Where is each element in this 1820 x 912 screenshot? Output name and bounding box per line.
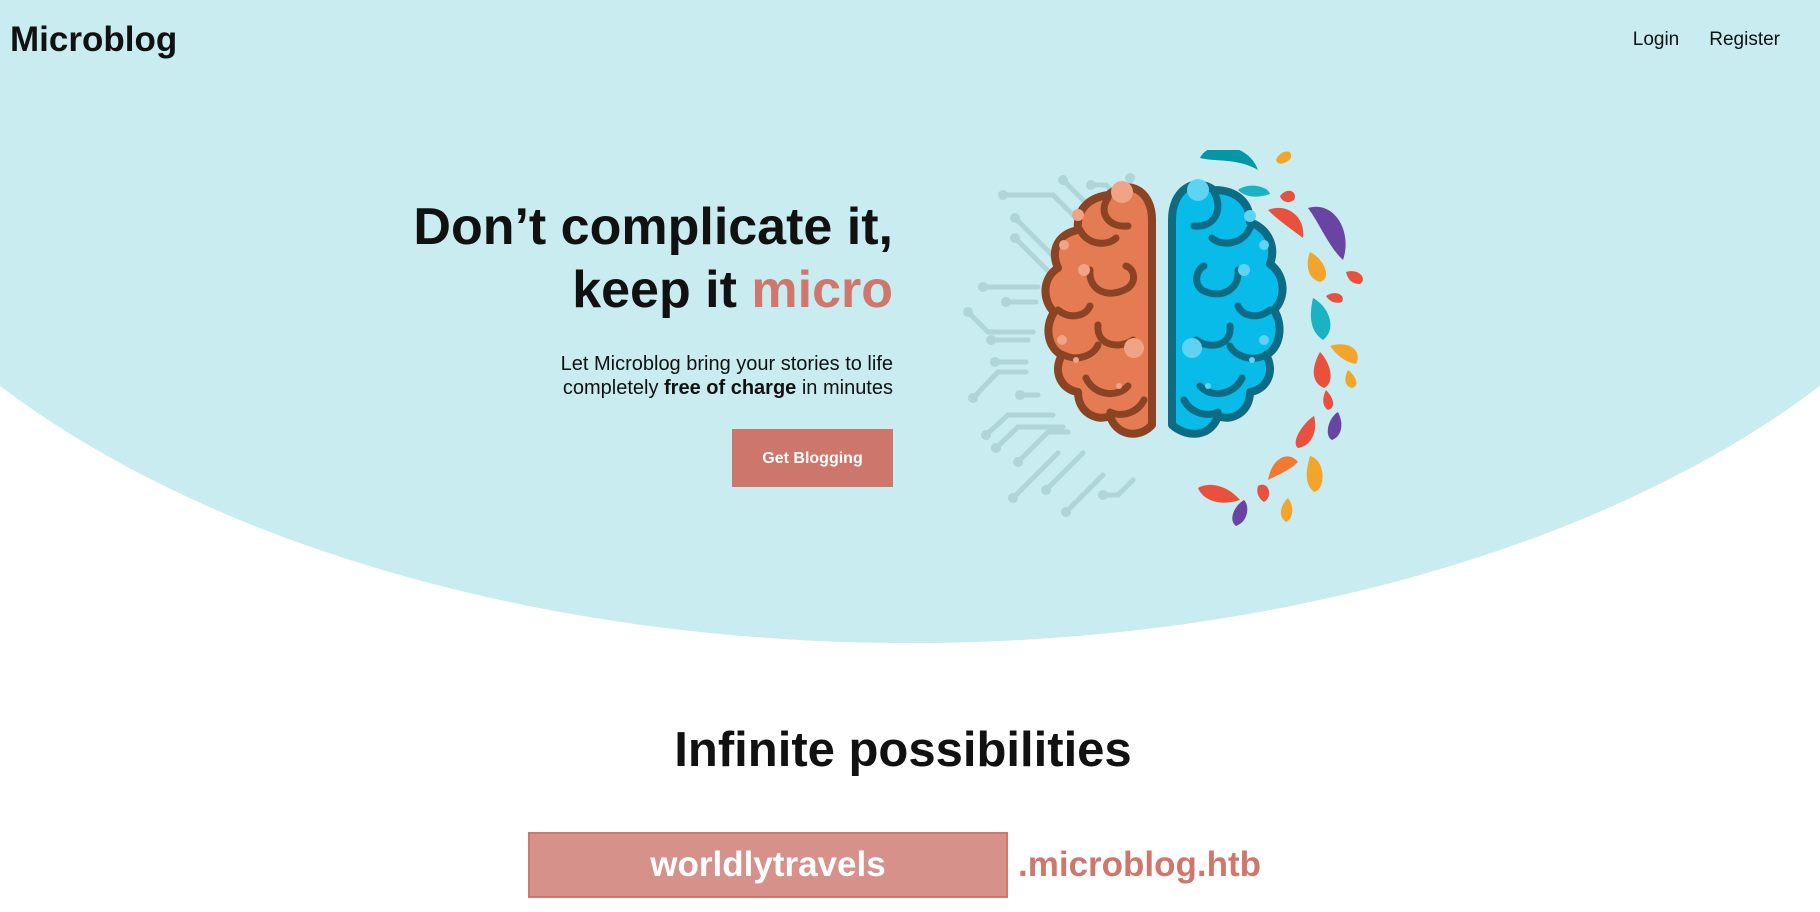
section-title: Infinite possibilities [674, 723, 1132, 777]
register-link[interactable]: Register [1709, 29, 1780, 51]
brain-icon [963, 150, 1363, 526]
subdomain-input[interactable] [528, 832, 1008, 898]
brand-logo[interactable]: Microblog [10, 20, 177, 60]
domain-suffix: .microblog.htb [1018, 845, 1262, 884]
get-blogging-button[interactable]: Get Blogging [732, 429, 893, 487]
hero-subline: Let Microblog bring your stories to life… [373, 352, 893, 400]
headline-line1: Don’t complicate it, [413, 198, 893, 256]
landing-page: Microblog Login Register Don’t complicat… [0, 0, 1820, 912]
hero-copy: Don’t complicate it, keep it micro Let M… [373, 196, 893, 487]
login-link[interactable]: Login [1633, 29, 1680, 51]
top-nav: Login Register [1633, 29, 1780, 51]
subdomain-row: .microblog.htb [528, 832, 1261, 898]
top-bar: Microblog Login Register [0, 0, 1820, 80]
subline-bold: free of charge [664, 377, 797, 399]
hero-background [0, 0, 1820, 643]
subline-line2-prefix: completely [562, 377, 665, 399]
subline-line1: Let Microblog bring your stories to life [560, 353, 893, 375]
subline-line2-suffix: in minutes [796, 377, 893, 399]
headline-accent: micro [751, 261, 893, 319]
headline-line2: keep it [572, 261, 752, 319]
hero-headline: Don’t complicate it, keep it micro [373, 196, 893, 322]
